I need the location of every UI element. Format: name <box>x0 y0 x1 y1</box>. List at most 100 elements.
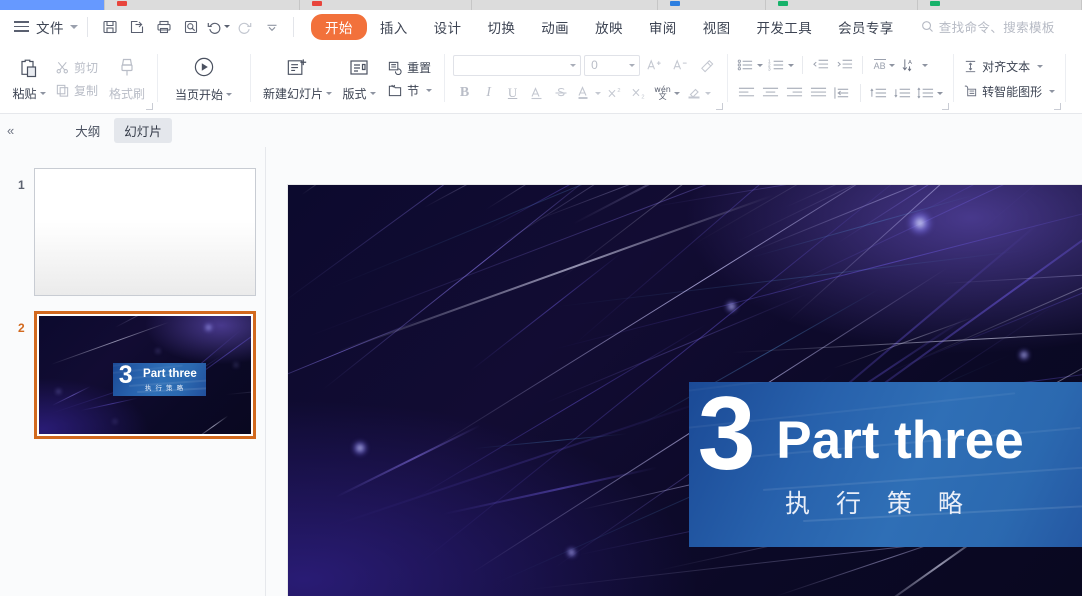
font-name-combo[interactable] <box>453 54 582 76</box>
thumbnail-frame[interactable]: 3 Part three 执 行 策 略 <box>34 311 256 439</box>
slide-canvas-area: 3 Part three 执 行 策 略 <box>267 114 1082 596</box>
slide-title-panel[interactable]: 3 Part three 执 行 策 略 <box>113 363 207 397</box>
tab-6[interactable] <box>766 0 918 10</box>
paragraph-dialog-launcher[interactable] <box>942 103 950 110</box>
ribbon-tab-会员专享[interactable]: 会员专享 <box>825 14 907 40</box>
numbering-button[interactable]: 1 2 3 <box>766 54 796 76</box>
panel-tab-幻灯片[interactable]: 幻灯片 <box>114 118 172 143</box>
distribute-button[interactable] <box>831 82 854 104</box>
underline-button[interactable]: U <box>501 82 524 104</box>
space-after-button[interactable] <box>891 82 914 104</box>
space-before-button[interactable] <box>867 82 890 104</box>
section-button[interactable]: 节 <box>383 81 436 100</box>
line-spacing-button[interactable] <box>915 82 945 104</box>
ribbon-tab-设计[interactable]: 设计 <box>421 14 475 40</box>
bullets-chevron-down-icon[interactable] <box>757 63 764 67</box>
font-color-button[interactable] <box>573 82 603 104</box>
font-color-chevron-down-icon[interactable] <box>594 91 601 95</box>
print-preview-icon[interactable] <box>178 15 203 39</box>
app-menu-icon[interactable] <box>14 21 29 32</box>
file-menu-chevron-down-icon[interactable] <box>70 24 78 29</box>
layout-chevron-down-icon[interactable] <box>369 92 376 95</box>
ribbon-tab-视图[interactable]: 视图 <box>690 14 744 40</box>
ribbon-tab-切换[interactable]: 切换 <box>474 14 528 40</box>
font-name-chevron-down-icon[interactable] <box>570 63 577 67</box>
redo-icon[interactable] <box>232 15 257 39</box>
paste-button[interactable]: 粘贴 <box>7 54 51 104</box>
customize-quick-access-icon[interactable] <box>259 15 284 39</box>
paste-chevron-down-icon[interactable] <box>39 92 46 95</box>
subscript-button[interactable]: 2 <box>628 82 651 104</box>
tab-4[interactable] <box>472 0 658 10</box>
clear-formatting-button[interactable] <box>695 54 718 76</box>
section-chevron-down-icon[interactable] <box>426 89 433 92</box>
bold-button[interactable]: B <box>453 82 476 104</box>
ribbon-tab-审阅[interactable]: 审阅 <box>636 14 690 40</box>
align-center-button[interactable] <box>759 82 782 104</box>
collapse-panel-button[interactable]: « <box>7 123 14 138</box>
search-command-box[interactable]: 查找命令、搜索模板 <box>921 17 1055 36</box>
undo-icon[interactable] <box>205 15 230 39</box>
align-text-chevron-down-icon[interactable] <box>1037 65 1044 68</box>
start-from-current-slide-button[interactable]: 当页开始 <box>170 53 237 105</box>
new-slide-button[interactable]: 新建幻灯片 <box>258 54 337 104</box>
save-as-icon[interactable] <box>124 15 149 39</box>
save-icon[interactable] <box>97 15 122 39</box>
copy-button[interactable]: 复制 <box>51 81 102 100</box>
align-left-button[interactable] <box>735 82 758 104</box>
slide-thumbnail-pane[interactable]: 1 2 3 Part three 执 行 策 略 <box>0 147 266 596</box>
present-chevron-down-icon[interactable] <box>226 93 233 96</box>
pinyin-chevron-down-icon[interactable] <box>673 91 680 95</box>
char-border-button[interactable] <box>525 82 548 104</box>
align-dialog-launcher[interactable] <box>1054 103 1062 110</box>
textbox-button[interactable]: 文本 <box>1073 54 1082 104</box>
new-slide-chevron-down-icon[interactable] <box>326 92 333 95</box>
align-right-button[interactable] <box>783 82 806 104</box>
smartart-chevron-down-icon[interactable] <box>1049 90 1056 93</box>
ribbon-tab-放映[interactable]: 放映 <box>582 14 636 40</box>
panel-tab-大纲[interactable]: 大纲 <box>65 118 110 143</box>
tab-2[interactable] <box>105 0 300 10</box>
ribbon-tab-开始[interactable]: 开始 <box>311 13 367 40</box>
tab-7[interactable] <box>918 0 1082 10</box>
tab-5[interactable] <box>658 0 766 10</box>
ribbon-tab-动画[interactable]: 动画 <box>528 14 582 40</box>
grow-font-button[interactable] <box>643 54 666 76</box>
tab-active[interactable] <box>0 0 105 10</box>
ribbon-tab-插入[interactable]: 插入 <box>367 14 421 40</box>
decrease-indent-button[interactable] <box>809 54 832 76</box>
tab-3[interactable] <box>300 0 472 10</box>
font-dialog-launcher[interactable] <box>716 103 724 110</box>
layout-button[interactable]: 版式 <box>337 54 381 104</box>
bullets-button[interactable] <box>735 54 765 76</box>
sort-button[interactable]: A <box>900 54 930 76</box>
current-slide[interactable]: 3 Part three 执 行 策 略 <box>288 185 1082 596</box>
highlight-button[interactable] <box>683 82 713 104</box>
clipboard-dialog-launcher[interactable] <box>146 103 154 110</box>
print-icon[interactable] <box>151 15 176 39</box>
text-direction-button[interactable]: AB <box>869 54 899 76</box>
italic-button[interactable]: I <box>477 82 500 104</box>
pinyin-guide-button[interactable]: wén 文 <box>652 82 682 104</box>
ribbon-tab-开发工具[interactable]: 开发工具 <box>744 14 826 40</box>
line-spacing-chevron-down-icon[interactable] <box>937 91 944 95</box>
thumbnail-frame[interactable] <box>34 168 256 296</box>
to-smartart-button[interactable]: 转智能图形 <box>959 82 1059 101</box>
slide-title-panel[interactable]: 3 Part three 执 行 策 略 <box>688 382 1082 547</box>
superscript-button[interactable]: 2 <box>604 82 627 104</box>
justify-button[interactable] <box>807 82 830 104</box>
numbering-chevron-down-icon[interactable] <box>788 63 795 67</box>
font-size-combo[interactable]: 0 <box>584 54 641 76</box>
shrink-font-button[interactable] <box>669 54 692 76</box>
format-painter-button[interactable]: 格式刷 <box>104 54 150 104</box>
cut-button[interactable]: 剪切 <box>51 58 102 77</box>
highlight-chevron-down-icon[interactable] <box>704 91 711 95</box>
file-menu-label[interactable]: 文件 <box>36 17 64 37</box>
font-size-chevron-down-icon[interactable] <box>629 63 636 67</box>
strikethrough-button[interactable] <box>549 82 572 104</box>
text-direction-chevron-down-icon[interactable] <box>888 63 895 67</box>
increase-indent-button[interactable] <box>833 54 856 76</box>
align-text-button[interactable]: 对齐文本 <box>959 57 1059 76</box>
sort-chevron-down-icon[interactable] <box>922 63 929 67</box>
reset-button[interactable]: 重置 <box>383 58 436 77</box>
